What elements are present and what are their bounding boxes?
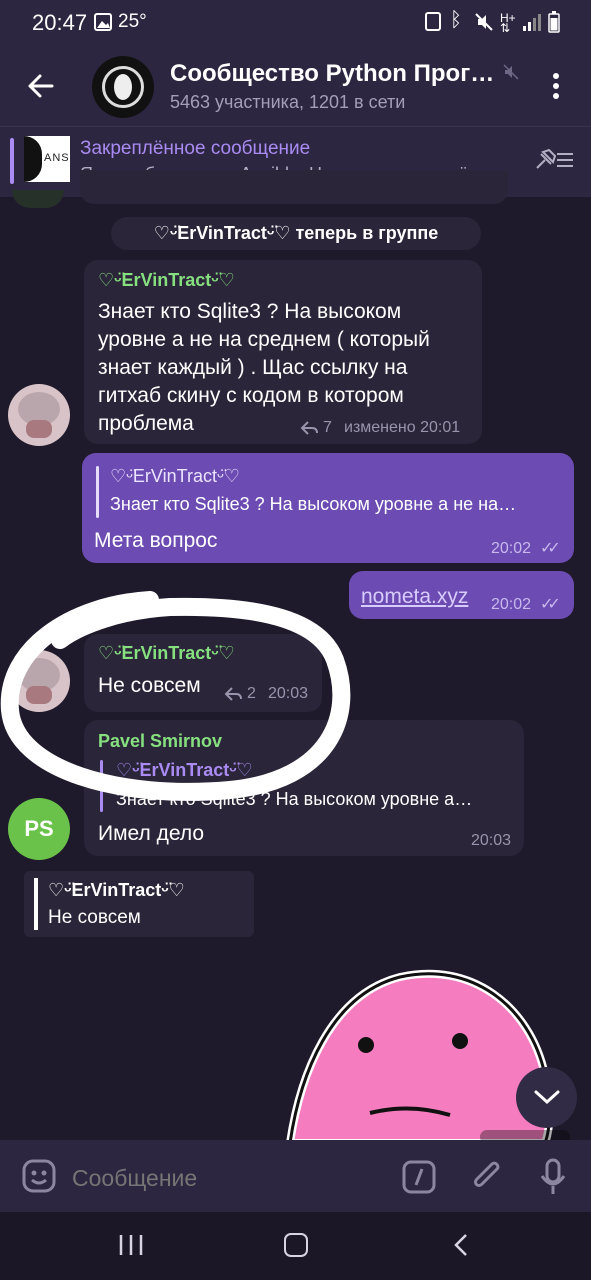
chat-subtitle: 5463 участника, 1201 в сети <box>170 92 406 112</box>
status-temperature: 25° <box>118 11 147 32</box>
pinned-title: Закреплённое сообщение <box>80 138 311 159</box>
read-check-icon: ✓✓ <box>540 540 561 557</box>
reply-preview-text: Не совсем <box>48 907 141 928</box>
message-input[interactable] <box>70 1158 374 1198</box>
quote-bar <box>96 466 99 518</box>
message-time: 20:02 <box>491 596 532 613</box>
bot-command-icon[interactable] <box>402 1160 436 1194</box>
lock-icon <box>425 12 441 31</box>
pinned-thumbnail: ANSI <box>24 136 70 182</box>
message-time: 20:03 <box>471 832 512 849</box>
bluetooth-icon: ᛒ <box>450 9 462 31</box>
signal-plus-icon: H+ ⇅ <box>500 11 516 35</box>
back-nav-icon[interactable] <box>452 1232 470 1258</box>
group-avatar[interactable] <box>92 56 154 118</box>
pink-blob-sticker[interactable] <box>280 965 560 1143</box>
reply-preview-author: ♡ᵕ̈ErVinTractᵕ̈♡ <box>48 880 185 900</box>
back-arrow-icon[interactable] <box>26 72 54 100</box>
chat-title[interactable]: Сообщество Python Прог… <box>170 60 494 88</box>
gallery-icon <box>94 13 112 31</box>
quote-author[interactable]: ♡ᵕ̈ErVinTractᵕ̈♡ <box>110 466 240 487</box>
reply-arrow-icon <box>300 421 318 435</box>
chevron-down-icon <box>534 1090 560 1105</box>
home-icon[interactable] <box>284 1233 308 1257</box>
message-text: Знает кто Sqlite3 ? На высоком уровне а … <box>98 300 430 435</box>
message-text: Имел дело <box>98 822 205 845</box>
previous-message-bubble[interactable] <box>80 170 508 204</box>
microphone-icon[interactable] <box>539 1158 567 1196</box>
message-time: 20:02 <box>491 540 532 557</box>
pinned-indicator <box>10 138 14 184</box>
avatar[interactable] <box>8 384 70 446</box>
more-options-icon[interactable] <box>550 72 562 100</box>
signal-icon <box>523 14 541 31</box>
message-time: изменено 20:01 <box>344 419 461 436</box>
attach-icon[interactable] <box>470 1158 504 1194</box>
quote-bar <box>34 878 38 930</box>
service-message-text: ♡ᵕ̈ErVinTractᵕ̈♡ теперь в группе <box>153 223 439 243</box>
battery-icon <box>548 11 560 33</box>
message-author[interactable]: ♡ᵕ̈ErVinTractᵕ̈♡ <box>98 270 235 291</box>
message-text: Мета вопрос <box>94 529 218 552</box>
avatar[interactable] <box>12 190 64 208</box>
message-link[interactable]: nometa.xyz <box>361 585 468 609</box>
muted-icon <box>503 64 519 80</box>
recent-apps-icon[interactable] <box>118 1233 144 1257</box>
quote-text[interactable]: Знает кто Sqlite3 ? На высоком уровне а … <box>110 494 516 515</box>
read-check-icon: ✓✓ <box>540 596 561 613</box>
drawn-circle-annotation <box>0 591 351 801</box>
mute-icon <box>475 13 493 31</box>
status-time: 20:47 <box>32 10 88 35</box>
reply-count[interactable]: 7 <box>323 419 332 437</box>
emoji-icon[interactable] <box>22 1159 56 1193</box>
pin-list-icon[interactable] <box>533 146 575 172</box>
